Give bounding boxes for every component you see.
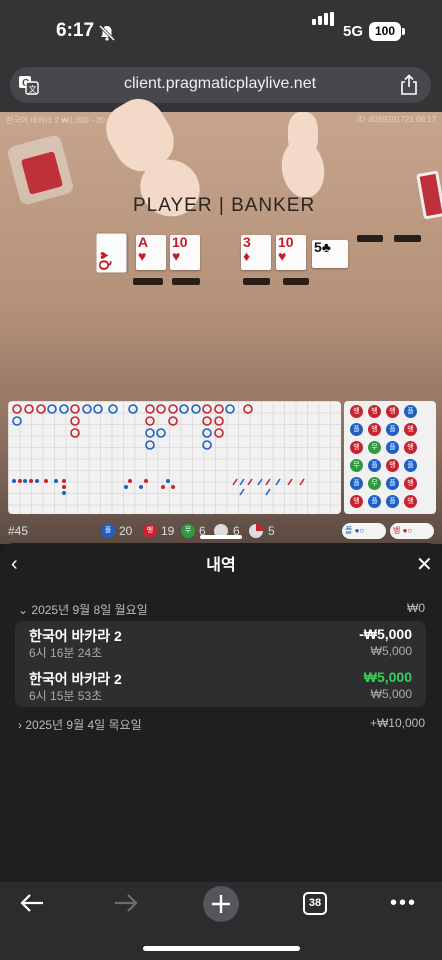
card-slot — [357, 235, 383, 242]
banker-stat-count: 19 — [161, 524, 175, 538]
battery-icon: 100 — [369, 22, 401, 41]
bead: 무 — [368, 477, 381, 490]
bead: 뱅 — [368, 423, 381, 436]
more-menu-icon[interactable]: ••• — [390, 892, 417, 915]
date-group-header[interactable]: › 2025년 9월 4일 목요일 — [18, 716, 142, 733]
history-game-name[interactable]: 한국어 바카라 2 — [29, 669, 122, 689]
home-indicator — [143, 946, 300, 951]
bead: 뱅 — [404, 477, 417, 490]
svg-text:文: 文 — [29, 84, 37, 94]
network-type: 5G — [343, 23, 364, 40]
bead: 뱅 — [404, 495, 417, 508]
player-stat-count: 20 — [119, 524, 133, 538]
roadmap-marks — [12, 404, 305, 496]
bead: 무 — [350, 459, 363, 472]
card-slot — [172, 278, 200, 285]
banker-predict-button[interactable]: 뱅 ●○ — [390, 523, 434, 539]
card-slot — [243, 278, 270, 285]
player-card-2: 10 ♥ — [170, 235, 200, 270]
tie-stat-badge: 무 — [181, 524, 195, 538]
share-icon[interactable] — [399, 74, 419, 96]
card-slot — [283, 278, 309, 285]
date-group-total: +₩10,000 — [369, 716, 425, 730]
bead: 플 — [386, 423, 399, 436]
banker-pair-count: 5 — [268, 524, 275, 538]
battery-tip — [402, 28, 405, 35]
player-card-3: Q♥ — [96, 233, 127, 273]
bead: 플 — [350, 423, 363, 436]
bead: 플 — [404, 459, 417, 472]
bead: 플 — [386, 495, 399, 508]
bead: 뱅 — [404, 423, 417, 436]
banker-card-3: 5♣ — [312, 240, 348, 268]
bead-road[interactable]: 뱅 뱅 뱅 플 플 뱅 플 뱅 뱅 무 플 뱅 무 플 뱅 플 플 무 플 뱅 … — [344, 401, 436, 514]
player-predict-button[interactable]: 플 ●○ — [342, 523, 386, 539]
history-bet: ₩5,000 — [370, 644, 412, 658]
card-slot — [394, 235, 421, 242]
sheet-title: 내역 — [206, 557, 236, 574]
bead: 플 — [386, 441, 399, 454]
card-slot — [133, 278, 163, 285]
bead: 뱅 — [404, 441, 417, 454]
translate-icon[interactable]: G 文 — [18, 75, 39, 95]
plus-icon — [212, 895, 230, 913]
bead: 뱅 — [350, 495, 363, 508]
bead: 플 — [350, 477, 363, 490]
history-sheet — [0, 543, 442, 883]
bead: 플 — [368, 495, 381, 508]
shoe-number: #45 — [8, 524, 29, 538]
banker-card-2: 10 ♥ — [276, 235, 306, 270]
round-id: ID :8359291721 06:17 — [357, 115, 437, 124]
bead: 플 — [368, 459, 381, 472]
bead: 플 — [404, 405, 417, 418]
history-time: 6시 15분 53초 — [29, 689, 103, 703]
forward-arrow-icon[interactable] — [114, 893, 138, 913]
history-bet: ₩5,000 — [370, 687, 412, 701]
silent-bell-icon — [98, 24, 116, 42]
tab-count-button[interactable]: 38 — [303, 892, 327, 915]
date-group-total: ₩0 — [407, 601, 425, 615]
player-stat-badge: 플 — [101, 524, 115, 538]
back-chevron-icon[interactable]: ‹ — [11, 553, 18, 576]
bead: 뱅 — [350, 441, 363, 454]
history-amount-win: ₩5,000 — [363, 669, 412, 685]
date-group-header[interactable]: ⌄ 2025년 9월 8일 월요일 — [18, 601, 148, 618]
history-game-name[interactable]: 한국어 바카라 2 — [29, 626, 122, 646]
bead: 무 — [368, 441, 381, 454]
chevron-right-icon: › — [18, 718, 22, 732]
chevron-down-icon: ⌄ — [18, 603, 29, 617]
player-card-1: A ♥ — [136, 235, 166, 270]
bead: 뱅 — [386, 405, 399, 418]
bead: 플 — [386, 477, 399, 490]
sheet-drag-handle[interactable] — [200, 535, 242, 539]
history-amount: -₩5,000 — [359, 626, 412, 642]
history-time: 6시 16분 24초 — [29, 646, 103, 660]
bead: 뱅 — [350, 405, 363, 418]
table-board-text: PLAYER | BANKER — [133, 195, 316, 216]
banker-stat-badge: 뱅 — [143, 524, 157, 538]
banker-pair-icon — [249, 524, 263, 538]
roadmap-grid[interactable] — [8, 401, 341, 514]
bead: 뱅 — [368, 405, 381, 418]
back-arrow-icon[interactable] — [20, 893, 44, 913]
close-icon[interactable]: ✕ — [416, 552, 433, 577]
url-text[interactable]: client.pragmaticplaylive.net — [60, 74, 380, 94]
banker-card-1: 3 ♦ — [241, 235, 271, 270]
bead: 뱅 — [386, 459, 399, 472]
status-time: 6:17 — [56, 20, 95, 41]
